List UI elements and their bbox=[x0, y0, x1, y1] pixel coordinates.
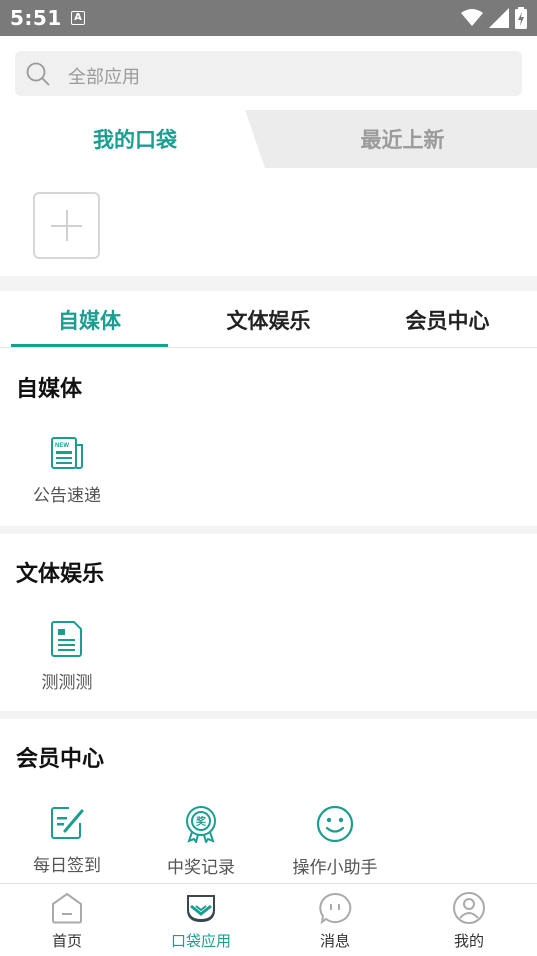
add-app-button[interactable] bbox=[33, 192, 100, 259]
nav-pocket-apps[interactable]: 口袋应用 bbox=[134, 892, 268, 951]
tab-member-center[interactable]: 会员中心 bbox=[358, 305, 537, 335]
tab-self-media[interactable]: 自媒体 bbox=[0, 305, 179, 335]
pocket-area bbox=[0, 168, 537, 276]
pocket-tabs: 我的口袋 最近上新 bbox=[0, 110, 537, 168]
section-title: 自媒体 bbox=[16, 377, 83, 402]
tab-my-pocket[interactable]: 我的口袋 bbox=[0, 124, 270, 154]
search-area: 全部应用 bbox=[0, 36, 537, 110]
app-daily-checkin[interactable]: 每日签到 bbox=[0, 805, 134, 876]
app-label: 测测测 bbox=[41, 673, 93, 693]
nav-label: 首页 bbox=[51, 932, 82, 950]
app-announcement[interactable]: NEW 公告速递 bbox=[0, 435, 134, 506]
nav-profile[interactable]: 我的 bbox=[402, 892, 536, 951]
app-label: 公告速递 bbox=[33, 486, 101, 506]
search-input[interactable]: 全部应用 bbox=[15, 51, 522, 96]
nav-label: 我的 bbox=[453, 932, 484, 950]
tab-entertainment[interactable]: 文体娱乐 bbox=[179, 305, 358, 335]
section-title: 会员中心 bbox=[16, 747, 105, 772]
svg-text:奖: 奖 bbox=[196, 815, 207, 828]
bottom-nav: 首页 口袋应用 消息 我的 bbox=[0, 883, 537, 956]
active-tab-indicator bbox=[11, 344, 168, 347]
profile-icon bbox=[453, 892, 485, 924]
category-tabs: 自媒体 文体娱乐 会员中心 bbox=[0, 291, 537, 348]
app-operation-assistant[interactable]: 操作小助手 bbox=[268, 805, 402, 878]
app-quiz[interactable]: 测测测 bbox=[0, 620, 134, 693]
app-label: 每日签到 bbox=[33, 856, 101, 876]
battery-icon bbox=[515, 7, 527, 29]
search-icon bbox=[26, 62, 50, 86]
section-title: 文体娱乐 bbox=[16, 562, 105, 587]
search-placeholder: 全部应用 bbox=[68, 67, 140, 88]
status-bar: 5:51 A bbox=[0, 0, 537, 36]
award-icon: 奖 bbox=[186, 806, 216, 843]
app-label: 中奖记录 bbox=[167, 858, 235, 878]
pocket-icon bbox=[187, 895, 215, 922]
nav-label: 消息 bbox=[319, 932, 350, 950]
home-icon bbox=[52, 892, 82, 924]
nav-messages[interactable]: 消息 bbox=[268, 892, 402, 951]
section-entertainment: 文体娱乐 测测测 bbox=[0, 534, 537, 711]
app-prize-records[interactable]: 奖 中奖记录 bbox=[134, 805, 268, 878]
message-icon bbox=[319, 892, 352, 925]
app-label: 操作小助手 bbox=[292, 858, 378, 878]
edit-icon bbox=[51, 807, 84, 839]
system-icons bbox=[461, 7, 527, 29]
tab-recent-new[interactable]: 最近上新 bbox=[268, 124, 537, 154]
section-self-media: 自媒体 NEW 公告速递 bbox=[0, 349, 537, 526]
smiley-icon bbox=[316, 805, 354, 843]
wifi-icon bbox=[461, 9, 483, 26]
news-icon: NEW bbox=[51, 437, 83, 469]
status-time: 5:51 bbox=[10, 6, 62, 30]
document-icon bbox=[51, 621, 82, 657]
svg-text:NEW: NEW bbox=[55, 443, 69, 449]
nav-label: 口袋应用 bbox=[170, 932, 231, 950]
nav-home[interactable]: 首页 bbox=[0, 892, 134, 951]
signal-icon bbox=[489, 8, 509, 28]
notification-badge: A bbox=[71, 11, 85, 25]
section-member-center: 会员中心 每日签到 奖 中奖记录 操作小助手 bbox=[0, 719, 537, 883]
